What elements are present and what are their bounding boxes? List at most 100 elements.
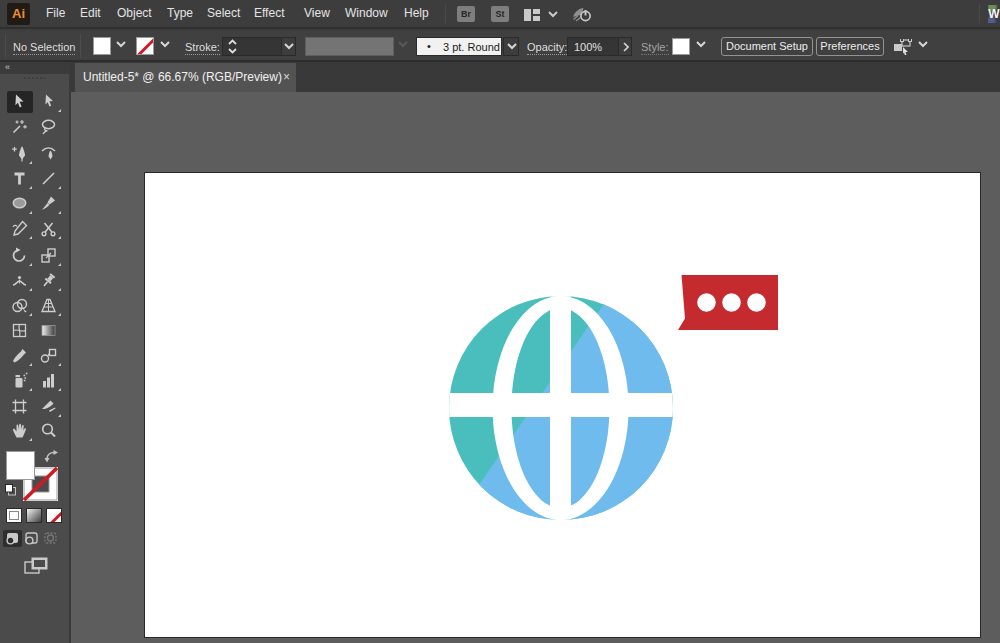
blend-icon: [40, 347, 57, 364]
menu-help[interactable]: Help: [404, 0, 429, 27]
scissors-tool[interactable]: [36, 218, 62, 240]
brush-definition-field[interactable]: • 3 pt. Round: [416, 37, 502, 56]
menu-effect[interactable]: Effect: [254, 0, 284, 27]
shape-builder-tool[interactable]: [7, 295, 33, 317]
stroke-color-swatch[interactable]: [136, 37, 154, 55]
shaper-tool[interactable]: [7, 218, 33, 240]
perspective-grid-tool[interactable]: [36, 295, 62, 317]
tools-panel-grip[interactable]: [24, 77, 45, 79]
stroke-weight-label[interactable]: Stroke:: [185, 42, 220, 55]
draw-behind-button[interactable]: [22, 530, 41, 547]
style-swatch[interactable]: [672, 38, 690, 55]
bubble-dot-2[interactable]: [722, 293, 741, 312]
tab-close-icon[interactable]: ×: [283, 63, 290, 92]
lasso-tool[interactable]: [36, 116, 62, 138]
menu-type[interactable]: Type: [167, 0, 193, 27]
align-options-icon[interactable]: [893, 39, 913, 55]
flyout-indicator: [58, 288, 61, 291]
menu-edit[interactable]: Edit: [80, 0, 101, 27]
preferences-button[interactable]: Preferences: [816, 37, 884, 56]
mesh-tool[interactable]: [7, 320, 33, 342]
document-tab[interactable]: Untitled-5* @ 66.67% (RGB/Preview) ×: [75, 63, 296, 92]
arrange-documents-chevron-icon[interactable]: [548, 11, 558, 18]
opacity-options-arrow[interactable]: [618, 37, 632, 56]
magic-wand-tool[interactable]: [7, 116, 33, 138]
slice-tool[interactable]: [36, 396, 62, 418]
style-chevron-icon[interactable]: [696, 41, 706, 48]
gradient-tool[interactable]: [36, 320, 62, 342]
tools-panel-header: «: [0, 62, 69, 74]
globe-chat-logo[interactable]: [71, 92, 1000, 643]
bubble-dot-1[interactable]: [697, 293, 716, 312]
menu-view[interactable]: View: [304, 0, 330, 27]
width-tool[interactable]: [7, 270, 33, 292]
ellipse-tool[interactable]: [7, 193, 33, 215]
magic-wand-icon: [11, 118, 28, 135]
none-button[interactable]: [46, 508, 62, 523]
no-selection-label[interactable]: No Selection: [13, 42, 75, 55]
zoom-tool[interactable]: [36, 420, 62, 442]
hand-tool[interactable]: [7, 420, 33, 442]
paintbrush-tool[interactable]: [36, 193, 62, 215]
stroke-weight-stepper[interactable]: [227, 39, 238, 54]
symbol-sprayer-icon: [11, 372, 28, 389]
style-label[interactable]: Style:: [641, 42, 669, 55]
direct-selection-tool[interactable]: [36, 91, 62, 113]
opacity-field[interactable]: 100%: [567, 37, 619, 56]
column-graph-tool[interactable]: [36, 370, 62, 392]
stroke-color-chevron-icon[interactable]: [160, 41, 170, 48]
change-screen-mode-icon[interactable]: [24, 557, 48, 575]
stroke-weight-field[interactable]: [222, 37, 282, 56]
control-bar: No Selection Stroke: • 3 pt. Round Opa: [0, 31, 1000, 62]
document-tab-title: Untitled-5* @ 66.67% (RGB/Preview): [83, 63, 282, 92]
arrange-documents-icon[interactable]: [524, 9, 540, 21]
globe-equator-band[interactable]: [440, 393, 690, 417]
go-to-bridge-button[interactable]: Br: [457, 6, 475, 22]
document-tab-bar: Untitled-5* @ 66.67% (RGB/Preview) ×: [71, 62, 1000, 92]
blend-tool[interactable]: [36, 345, 62, 367]
search-workspace-cut-text[interactable]: W: [988, 5, 1000, 23]
fill-color-swatch[interactable]: [93, 37, 111, 55]
collapse-panel-button[interactable]: «: [5, 62, 9, 72]
flyout-indicator: [29, 438, 32, 441]
slice-icon: [40, 398, 57, 415]
fill-color-chevron-icon[interactable]: [116, 41, 126, 48]
pen-tool[interactable]: [7, 143, 33, 165]
bubble-dot-3[interactable]: [747, 293, 766, 312]
menu-object[interactable]: Object: [117, 0, 152, 27]
menu-bar: Ai FileEditObjectTypeSelectEffectViewWin…: [0, 0, 1000, 29]
globe[interactable]: [335, 93, 920, 643]
flyout-indicator: [58, 363, 61, 366]
menu-window[interactable]: Window: [345, 0, 388, 27]
draw-normal-button[interactable]: [3, 530, 22, 547]
type-tool[interactable]: [7, 168, 33, 190]
flyout-indicator: [29, 313, 32, 316]
canvas[interactable]: [71, 92, 1000, 643]
eyedropper-tool[interactable]: [7, 345, 33, 367]
gpu-performance-icon[interactable]: [571, 6, 593, 23]
color-button[interactable]: [6, 508, 22, 523]
flyout-indicator: [58, 236, 61, 239]
fill-proxy[interactable]: [6, 451, 35, 480]
align-options-chevron-icon[interactable]: [918, 41, 928, 48]
curvature-tool[interactable]: [36, 143, 62, 165]
adobe-stock-button[interactable]: St: [491, 6, 509, 22]
selection-tool[interactable]: [7, 91, 33, 113]
opacity-label[interactable]: Opacity:: [527, 42, 567, 55]
draw-inside-button: [41, 530, 60, 547]
puppet-warp-tool[interactable]: [36, 270, 62, 292]
line-segment-tool[interactable]: [36, 168, 62, 190]
document-setup-button[interactable]: Document Setup: [721, 37, 813, 56]
rotate-tool[interactable]: [7, 245, 33, 267]
scale-tool[interactable]: [36, 245, 62, 267]
menu-select[interactable]: Select: [207, 0, 240, 27]
stroke-weight-dropdown[interactable]: [281, 37, 296, 56]
menu-file[interactable]: File: [46, 0, 65, 27]
symbol-sprayer-tool[interactable]: [7, 370, 33, 392]
gradient-button[interactable]: [26, 508, 42, 523]
globe-blue-half[interactable]: [335, 93, 920, 643]
artboard-tool[interactable]: [7, 396, 33, 418]
brush-definition-dropdown[interactable]: [503, 37, 519, 56]
swap-fill-stroke-icon[interactable]: [44, 450, 59, 464]
default-fill-stroke-icon[interactable]: [5, 484, 16, 496]
